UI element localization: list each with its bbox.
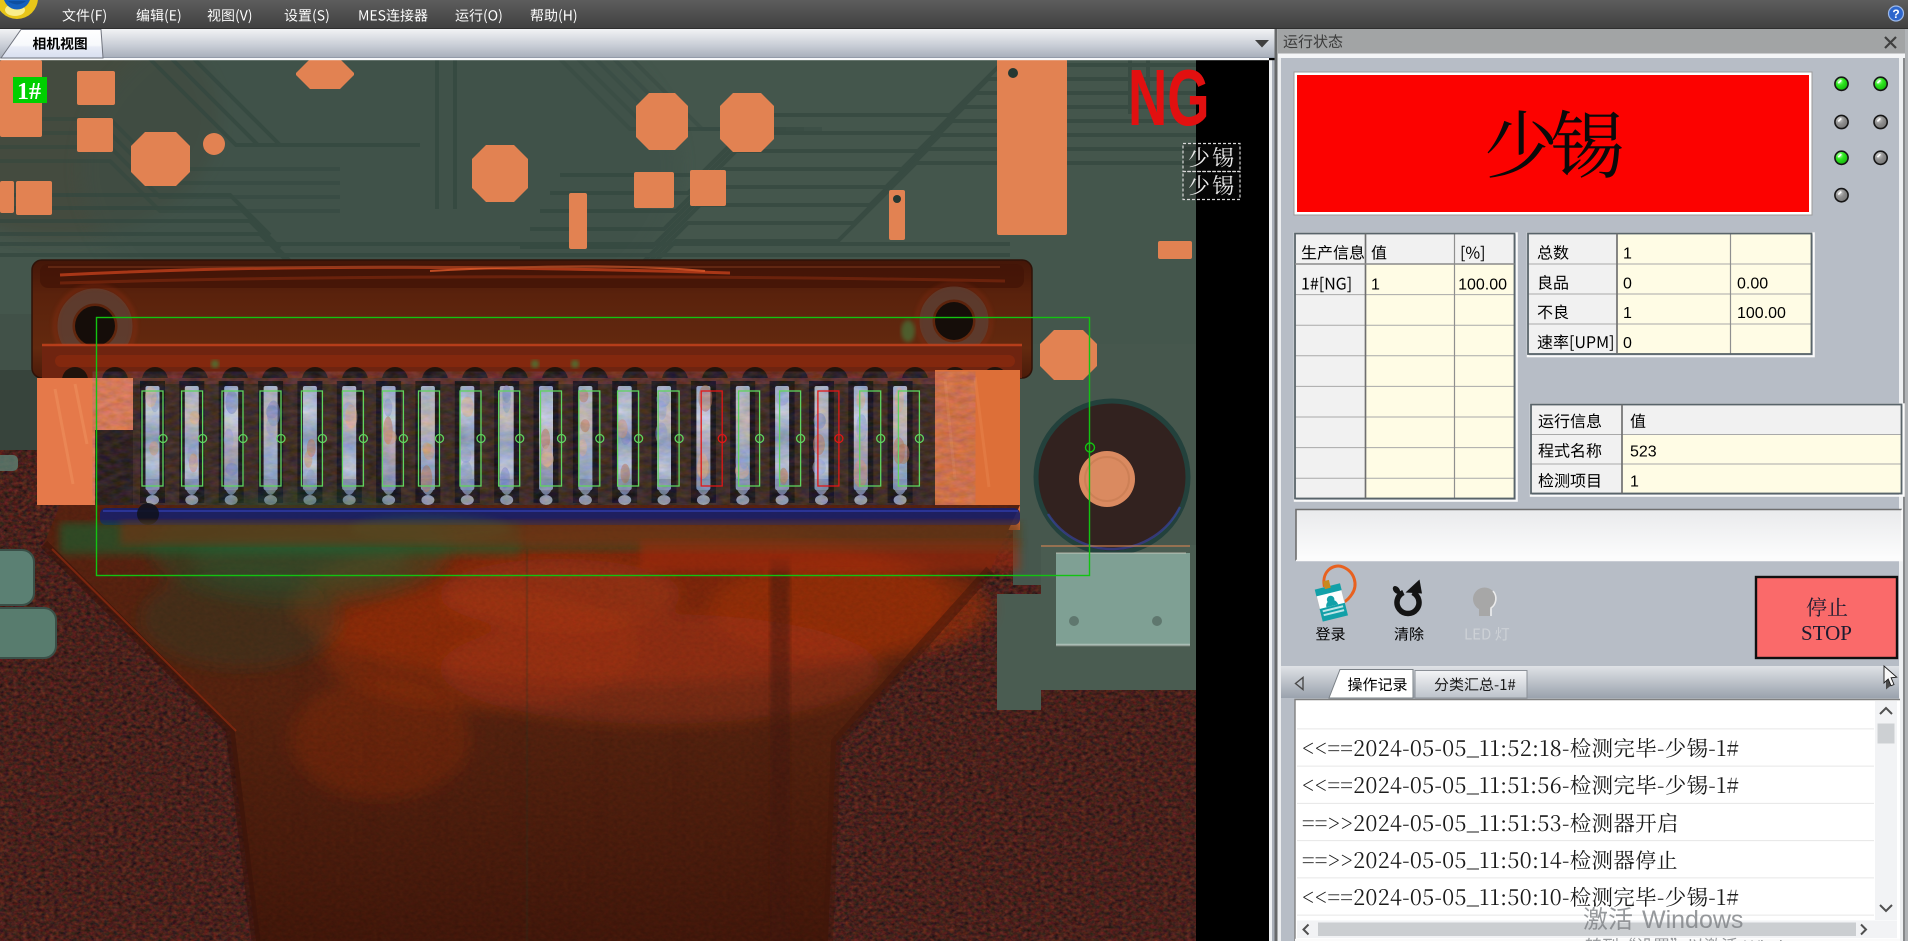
svg-text:NG: NG [1128,54,1210,143]
svg-text:100.00: 100.00 [1737,305,1786,322]
svg-text:1: 1 [1371,277,1380,294]
svg-text:Windows: Windows [1642,906,1743,934]
svg-text:STOP: STOP [1801,621,1852,645]
svg-text:0: 0 [1623,335,1632,352]
svg-text:?: ? [1892,7,1899,21]
svg-text:523: 523 [1630,444,1657,461]
svg-text:1: 1 [1630,474,1639,491]
svg-text:100.00: 100.00 [1458,277,1507,294]
svg-text:1#: 1# [17,79,41,105]
svg-text:0: 0 [1623,276,1632,293]
svg-text:1: 1 [1623,305,1632,322]
svg-text:1: 1 [1623,246,1632,263]
svg-text:0.00: 0.00 [1737,276,1768,293]
svg-text:Windows: Windows [1744,937,1813,941]
